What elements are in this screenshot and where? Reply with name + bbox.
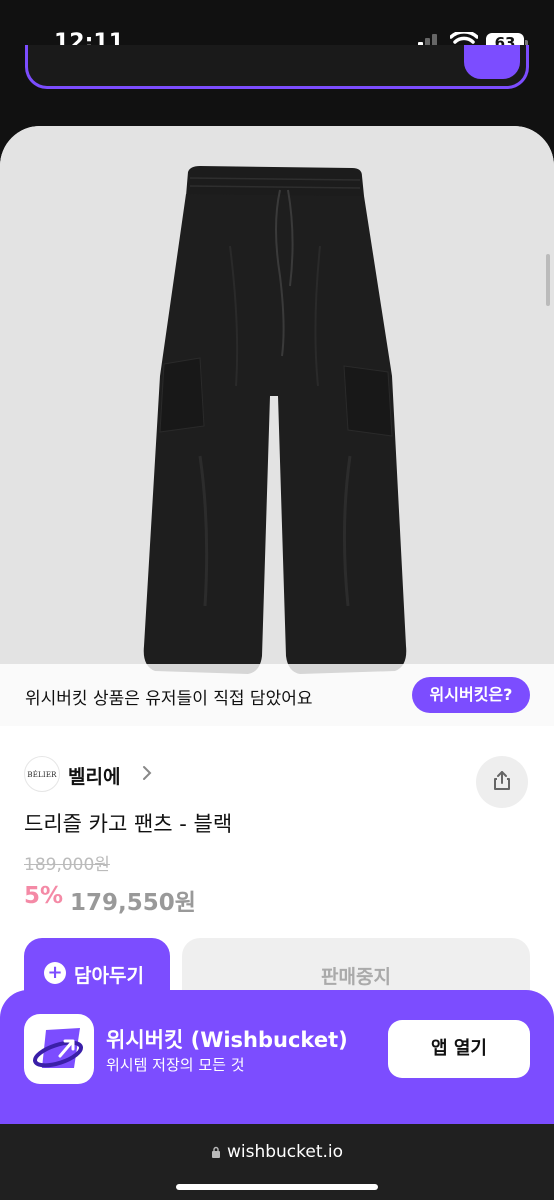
search-bar[interactable] xyxy=(25,45,529,89)
cargo-pants-image xyxy=(143,166,407,674)
original-price: 189,000원 xyxy=(24,855,110,875)
search-button[interactable] xyxy=(464,45,520,79)
url-display[interactable]: wishbucket.io xyxy=(0,1142,554,1162)
lock-icon xyxy=(211,1146,220,1158)
sales-stopped-label: 판매중지 xyxy=(321,966,391,988)
app-install-banner: 위시버킷 (Wishbucket) 위시템 저장의 모든 것 앱 열기 xyxy=(0,990,554,1124)
chevron-right-icon xyxy=(143,766,152,780)
discount-rate: 5% xyxy=(24,883,64,909)
brand-row[interactable]: BÉLIER 벨리에 xyxy=(24,756,530,808)
home-indicator[interactable] xyxy=(176,1184,378,1190)
wishlist-label: 담아두기 xyxy=(74,965,144,987)
open-app-button[interactable]: 앱 열기 xyxy=(388,1020,530,1078)
app-icon xyxy=(24,1014,94,1084)
about-wishbucket-button[interactable]: 위시버킷은? xyxy=(412,677,530,713)
scrollbar-thumb[interactable] xyxy=(546,254,550,306)
wishbucket-notice-bar: 위시버킷 상품은 유저들이 직접 담았어요 위시버킷은? xyxy=(0,664,554,726)
brand-name[interactable]: 벨리에 xyxy=(68,762,120,789)
wishbucket-logo-icon xyxy=(33,1028,83,1068)
browser-url-bar[interactable]: wishbucket.io xyxy=(0,1124,554,1200)
share-button[interactable] xyxy=(476,756,528,808)
sale-price: 179,550원 xyxy=(70,890,196,916)
app-description: 위시템 저장의 모든 것 xyxy=(106,1056,245,1074)
plus-icon: + xyxy=(44,962,66,984)
brand-logo: BÉLIER xyxy=(24,756,60,792)
notice-text: 위시버킷 상품은 유저들이 직접 담았어요 xyxy=(25,689,313,709)
product-title: 드리즐 카고 팬츠 - 블랙 xyxy=(24,812,233,836)
product-image[interactable] xyxy=(0,126,554,726)
app-name: 위시버킷 (Wishbucket) xyxy=(106,1028,348,1052)
share-icon xyxy=(494,771,510,790)
url-text: wishbucket.io xyxy=(226,1142,344,1162)
